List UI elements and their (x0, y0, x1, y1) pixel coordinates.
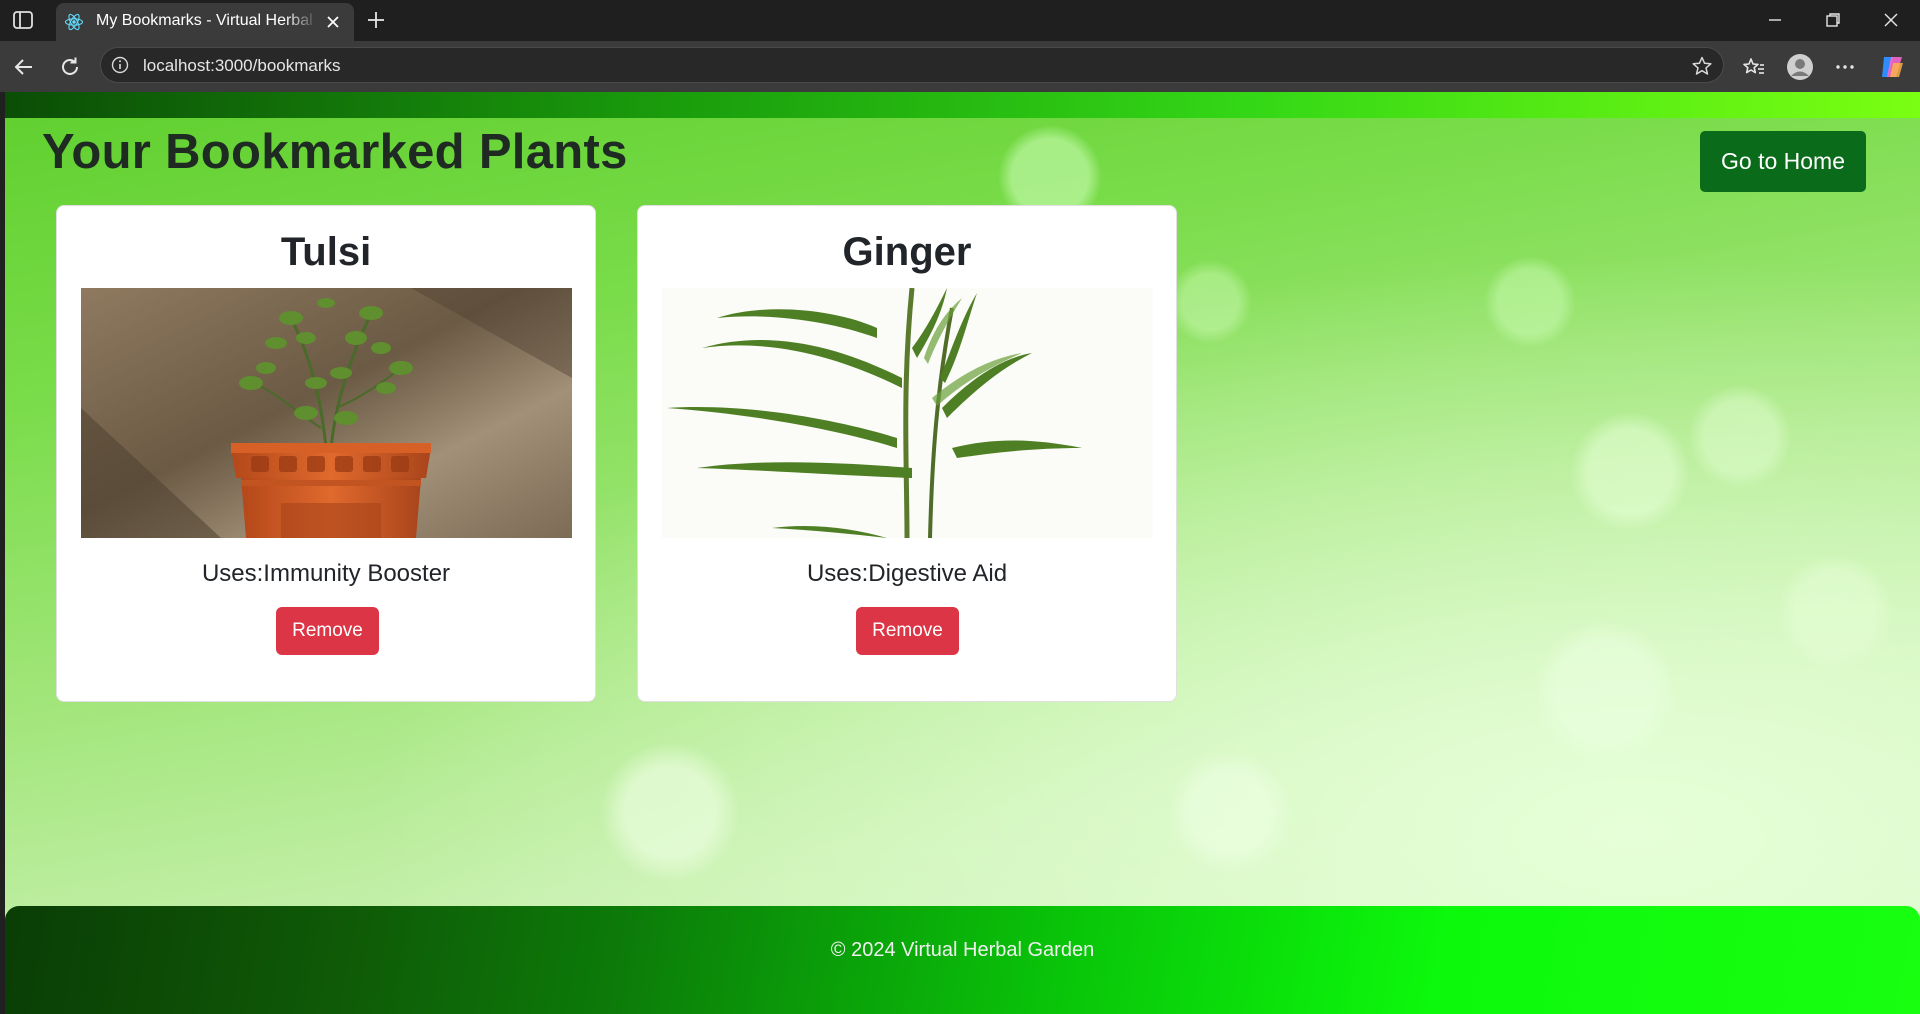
profile-avatar-icon[interactable] (1786, 53, 1814, 81)
bookmark-card-tulsi: Tulsi Uses:Immunity Booster Remove (56, 205, 596, 702)
tulsi-plant-image (81, 288, 572, 538)
go-to-home-button[interactable]: Go to Home (1700, 131, 1866, 192)
address-bar[interactable]: localhost:3000/bookmarks (100, 47, 1724, 83)
close-window-icon[interactable] (1880, 9, 1902, 31)
site-info-icon[interactable] (111, 56, 129, 74)
bookmark-card-ginger: Ginger Uses:Digestive Aid Remove (637, 205, 1177, 702)
plant-name: Ginger (842, 230, 972, 274)
ginger-plant-image (662, 288, 1153, 538)
favorites-list-icon[interactable] (1742, 55, 1766, 79)
page-footer: © 2024 Virtual Herbal Garden (5, 906, 1920, 1014)
tab-title: My Bookmarks - Virtual Herbal Garden (96, 12, 318, 29)
header-strip (5, 92, 1920, 118)
copilot-icon[interactable] (1878, 53, 1906, 81)
sidebar-toggle-icon[interactable] (12, 10, 34, 30)
favorite-star-icon[interactable] (1691, 55, 1713, 77)
browser-toolbar: localhost:3000/bookmarks (0, 41, 1920, 92)
page-viewport: Your Bookmarked Plants Go to Home Tulsi (5, 92, 1920, 1014)
reload-icon[interactable] (58, 55, 82, 79)
url-text: localhost:3000/bookmarks (143, 56, 341, 75)
more-options-icon[interactable] (1833, 55, 1857, 79)
back-arrow-icon[interactable] (12, 55, 36, 79)
react-favicon-icon (64, 13, 84, 31)
copyright-text: © 2024 Virtual Herbal Garden (830, 939, 1095, 961)
browser-tab-bar: My Bookmarks - Virtual Herbal Garden (0, 0, 1920, 41)
plant-name: Tulsi (280, 230, 372, 274)
minimize-icon[interactable] (1764, 9, 1786, 31)
page-title: Your Bookmarked Plants (42, 125, 628, 179)
plant-uses: Uses:Digestive Aid (806, 560, 1008, 587)
new-tab-icon[interactable] (366, 10, 386, 30)
plant-uses: Uses:Immunity Booster (201, 560, 451, 587)
remove-ginger-button[interactable]: Remove (856, 607, 959, 655)
close-tab-icon[interactable] (324, 13, 342, 31)
browser-tab[interactable]: My Bookmarks - Virtual Herbal Garden (56, 3, 354, 41)
remove-tulsi-button[interactable]: Remove (276, 607, 379, 655)
restore-icon[interactable] (1822, 9, 1844, 31)
